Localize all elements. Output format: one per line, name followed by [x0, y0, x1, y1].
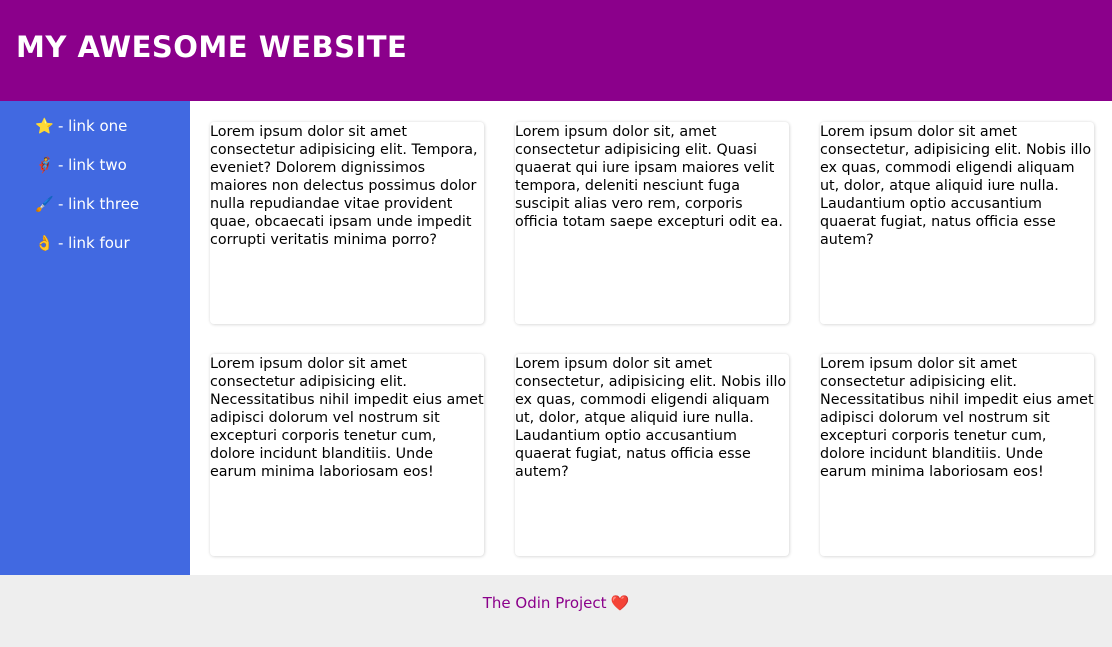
- sidebar-link-one[interactable]: ⭐ - link one: [35, 117, 190, 156]
- card: Lorem ipsum dolor sit amet consectetur, …: [820, 122, 1094, 324]
- sidebar-link-two[interactable]: 🦸 - link two: [35, 156, 190, 195]
- sidebar-link-label: - link four: [58, 234, 130, 252]
- heart-icon: ❤️: [610, 594, 630, 612]
- card-grid: Lorem ipsum dolor sit amet consectetur a…: [190, 101, 1112, 575]
- card-text: Lorem ipsum dolor sit amet consectetur a…: [210, 124, 478, 248]
- card: Lorem ipsum dolor sit amet consectetur a…: [210, 354, 484, 556]
- sidebar-link-label: - link three: [58, 195, 140, 213]
- card-text: Lorem ipsum dolor sit amet consectetur, …: [820, 124, 1092, 248]
- sidebar-link-label: - link two: [58, 156, 127, 174]
- card: Lorem ipsum dolor sit amet consectetur a…: [820, 354, 1094, 556]
- card-text: Lorem ipsum dolor sit amet consectetur a…: [210, 356, 484, 480]
- sidebar-link-four[interactable]: 👌 - link four: [35, 234, 190, 273]
- site-title: MY AWESOME WEBSITE: [16, 29, 408, 64]
- card: Lorem ipsum dolor sit, amet consectetur …: [515, 122, 789, 324]
- ok-hand-icon: 👌: [35, 234, 54, 252]
- sidebar-link-label: - link one: [58, 117, 128, 135]
- card: Lorem ipsum dolor sit amet consectetur a…: [210, 122, 484, 324]
- superhero-icon: 🦸: [35, 156, 54, 174]
- paintbrush-icon: 🖌️: [35, 195, 54, 213]
- star-icon: ⭐: [35, 117, 54, 135]
- site-footer: The Odin Project ❤️: [0, 575, 1112, 647]
- odin-project-link[interactable]: The Odin Project ❤️: [483, 594, 629, 647]
- footer-link-text: The Odin Project: [482, 594, 607, 612]
- card-text: Lorem ipsum dolor sit amet consectetur a…: [820, 356, 1094, 480]
- site-header: MY AWESOME WEBSITE: [0, 0, 1112, 101]
- page: MY AWESOME WEBSITE ⭐ - link one 🦸 - link…: [0, 0, 1112, 647]
- card-text: Lorem ipsum dolor sit, amet consectetur …: [515, 124, 783, 230]
- sidebar: ⭐ - link one 🦸 - link two 🖌️ - link thre…: [0, 101, 190, 575]
- card: Lorem ipsum dolor sit amet consectetur, …: [515, 354, 789, 556]
- sidebar-links: ⭐ - link one 🦸 - link two 🖌️ - link thre…: [35, 117, 190, 273]
- card-text: Lorem ipsum dolor sit amet consectetur, …: [515, 356, 787, 480]
- sidebar-link-three[interactable]: 🖌️ - link three: [35, 195, 190, 234]
